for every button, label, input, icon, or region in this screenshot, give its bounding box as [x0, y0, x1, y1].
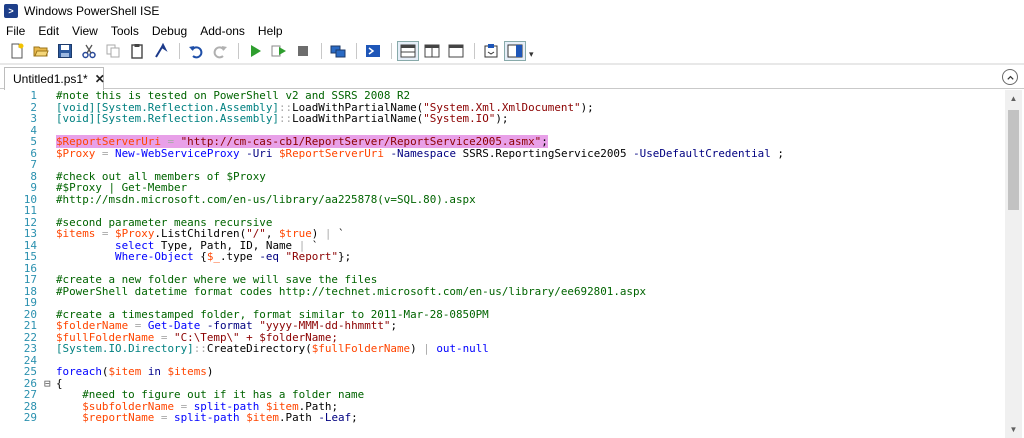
toolbar-separator: [179, 43, 180, 59]
new-remote-tab-icon[interactable]: [327, 41, 349, 61]
scrollbar-thumb[interactable]: [1008, 110, 1019, 210]
run-script-icon[interactable]: [244, 41, 266, 61]
toolbar: ▾: [0, 40, 1024, 62]
show-script-pane-max-icon[interactable]: [445, 41, 467, 61]
clear-console-icon[interactable]: [150, 41, 172, 61]
menu-debug[interactable]: Debug: [146, 24, 194, 38]
code-area[interactable]: #note this is tested on PowerShell v2 an…: [56, 90, 1002, 438]
close-icon[interactable]: ✕: [95, 72, 105, 86]
show-command-addon-icon[interactable]: [480, 41, 502, 61]
line-number: 11: [23, 204, 37, 217]
new-file-icon[interactable]: [6, 41, 28, 61]
title-bar: > Windows PowerShell ISE: [0, 0, 1024, 22]
script-tab-strip: Untitled1.ps1* ✕: [0, 65, 1024, 90]
scroll-up-arrow-icon[interactable]: ▲: [1005, 90, 1022, 107]
line-number: 17: [23, 273, 37, 286]
code-line[interactable]: [System.IO.Directory]::CreateDirectory($…: [56, 343, 489, 355]
menu-tools[interactable]: Tools: [105, 24, 146, 38]
line-number: 3: [30, 112, 37, 125]
toolbar-separator: [321, 43, 322, 59]
paste-icon[interactable]: [126, 41, 148, 61]
cut-icon[interactable]: [78, 41, 100, 61]
scroll-down-arrow-icon[interactable]: ▼: [1005, 421, 1022, 438]
undo-icon[interactable]: [185, 41, 207, 61]
toolbar-separator: [238, 43, 239, 59]
line-number: 27: [23, 388, 37, 401]
stop-icon[interactable]: [292, 41, 314, 61]
start-powershell-icon[interactable]: [362, 41, 384, 61]
open-file-icon[interactable]: [30, 41, 52, 61]
line-number: 9: [30, 181, 37, 194]
line-number: 1: [30, 90, 37, 102]
tab-untitled1[interactable]: Untitled1.ps1* ✕: [4, 67, 105, 90]
fold-toggle-icon[interactable]: ⊟: [44, 377, 54, 390]
code-line[interactable]: $Proxy = New-WebServiceProxy -Uri $Repor…: [56, 147, 784, 160]
tab-label: Untitled1.ps1*: [13, 72, 88, 86]
code-line[interactable]: Where-Object {$_.type -eq "Report"};: [56, 251, 351, 263]
toolbar-separator: [474, 43, 475, 59]
editor-vertical-scrollbar[interactable]: ▲ ▼: [1005, 90, 1022, 438]
code-line[interactable]: #http://msdn.microsoft.com/en-us/library…: [56, 193, 476, 206]
menu-help[interactable]: Help: [252, 24, 290, 38]
script-editor[interactable]: 1 2 3 4 5 6 7 8 9 10 11 12 13 14 15 16 1…: [2, 90, 1022, 438]
menu-bar: File Edit View Tools Debug Add-ons Help: [0, 22, 1024, 40]
line-number: 13: [23, 227, 37, 240]
run-selection-icon[interactable]: [268, 41, 290, 61]
show-script-pane-top-icon[interactable]: [397, 41, 419, 61]
line-number: 25: [23, 365, 37, 378]
toolbar-overflow-icon[interactable]: ▾: [529, 49, 534, 60]
toolbar-separator: [391, 43, 392, 59]
menu-file[interactable]: File: [0, 24, 32, 38]
collapse-script-pane-icon[interactable]: [1002, 69, 1018, 85]
code-line[interactable]: foreach($item in $items): [56, 366, 213, 378]
copy-icon[interactable]: [102, 41, 124, 61]
line-number: 21: [23, 319, 37, 332]
line-number: 19: [23, 296, 37, 309]
menu-edit[interactable]: Edit: [32, 24, 66, 38]
code-line[interactable]: #PowerShell datetime format codes http:/…: [56, 285, 646, 298]
show-command-window-icon[interactable]: [504, 41, 526, 61]
line-number: 29: [23, 411, 37, 424]
window-title: Windows PowerShell ISE: [24, 4, 160, 18]
code-line[interactable]: $reportName = split-path $item.Path -Lea…: [56, 412, 357, 424]
redo-icon[interactable]: [209, 41, 231, 61]
menu-view[interactable]: View: [66, 24, 105, 38]
line-number: 15: [23, 250, 37, 263]
save-icon[interactable]: [54, 41, 76, 61]
line-number-gutter: 1 2 3 4 5 6 7 8 9 10 11 12 13 14 15 16 1…: [2, 90, 51, 438]
code-line[interactable]: [void][System.Reflection.Assembly]::Load…: [56, 113, 508, 125]
toolbar-separator: [356, 43, 357, 59]
powershell-ise-app-icon: >: [4, 4, 18, 18]
line-number: 23: [23, 342, 37, 355]
menu-addons[interactable]: Add-ons: [194, 24, 252, 38]
show-script-pane-right-icon[interactable]: [421, 41, 443, 61]
line-number: 5: [30, 135, 37, 148]
line-number: 7: [30, 158, 37, 171]
